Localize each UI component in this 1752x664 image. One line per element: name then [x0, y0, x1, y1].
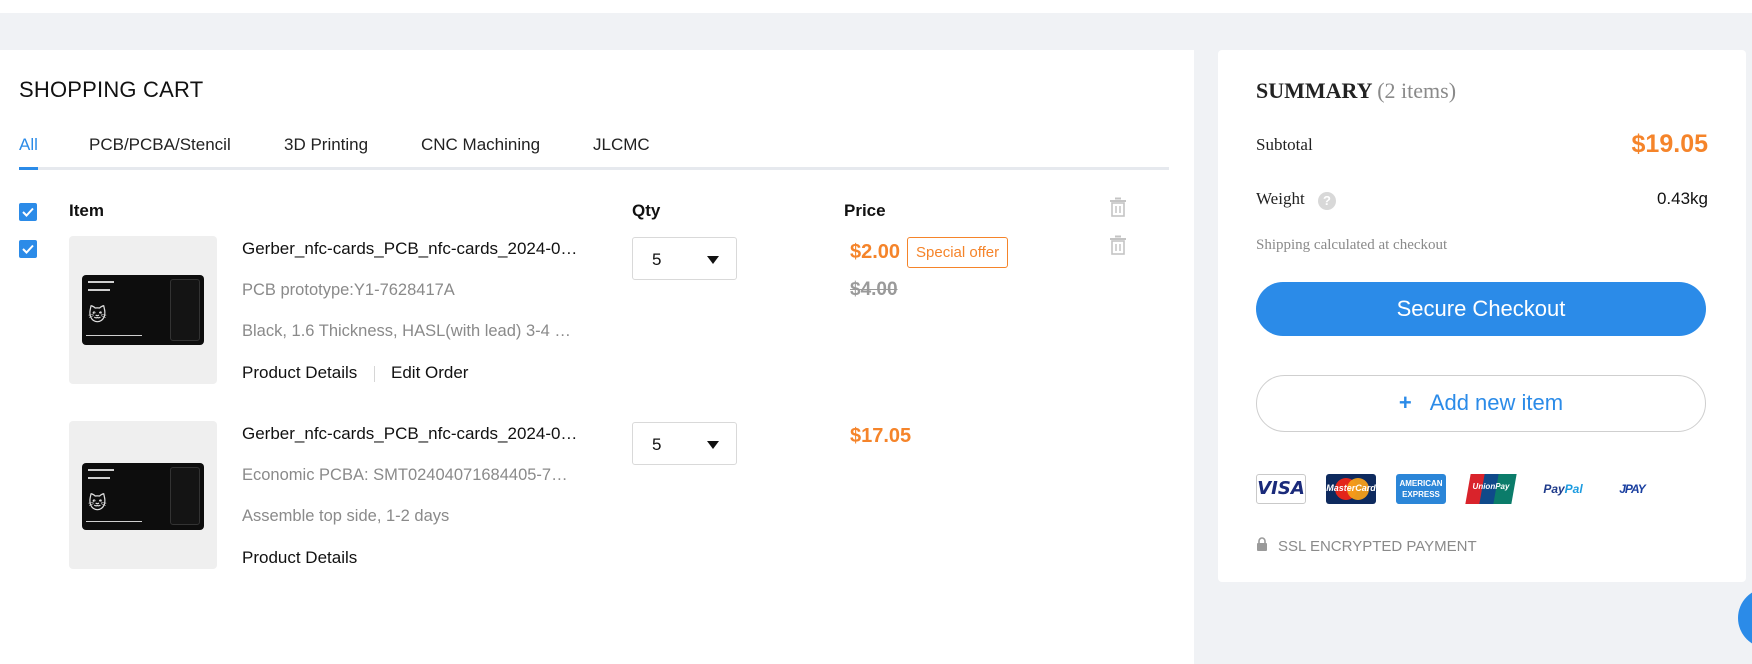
visa-logo: VISA — [1256, 474, 1306, 504]
paypal-logo-pal: Pal — [1564, 482, 1583, 496]
item-2-name[interactable]: Gerber_nfc-cards_PCB_nfc-cards_2024-0… — [242, 424, 592, 444]
tab-all[interactable]: All — [19, 134, 38, 170]
item-1-part-number: PCB prototype:Y1-7628417A — [242, 281, 455, 299]
weight-label: Weight — [1256, 189, 1305, 208]
link-divider — [374, 366, 375, 382]
summary-title: SUMMARY (2 items) — [1256, 78, 1456, 104]
secure-checkout-button[interactable]: Secure Checkout — [1256, 282, 1706, 336]
trash-icon[interactable] — [1107, 196, 1129, 218]
item-2-specs: Assemble top side, 1-2 days — [242, 507, 450, 525]
item-1-thumbnail[interactable]: 🐱 — [69, 236, 217, 384]
chat-bubble-button[interactable] — [1738, 588, 1752, 648]
cart-panel: SHOPPING CART All PCB/PCBA/Stencil 3D Pr… — [0, 50, 1194, 664]
item-2-qty-value: 5 — [652, 435, 662, 454]
select-all-checkbox[interactable] — [19, 203, 37, 221]
item-1-specs: Black, 1.6 Thickness, HASL(with lead) 3-… — [242, 322, 571, 340]
subtotal-value: $19.05 — [1631, 130, 1708, 158]
item-1-product-details-link[interactable]: Product Details — [242, 363, 357, 383]
tab-jlcmc[interactable]: JLCMC — [593, 134, 650, 167]
tab-3d-printing[interactable]: 3D Printing — [284, 134, 368, 167]
summary-item-count: (2 items) — [1377, 78, 1457, 103]
paypal-logo: PayPal — [1536, 474, 1590, 504]
paypal-logo-pay: Pay — [1543, 482, 1565, 496]
checkbox-checked-icon — [22, 207, 34, 217]
category-tabs: All PCB/PCBA/Stencil 3D Printing CNC Mac… — [19, 134, 1169, 170]
plus-icon: + — [1398, 390, 1412, 415]
item-2-product-details-link[interactable]: Product Details — [242, 548, 357, 568]
item-2-thumbnail[interactable]: 🐱 — [69, 421, 217, 569]
ssl-encrypted-label: SSL ENCRYPTED PAYMENT — [1278, 538, 1477, 555]
item-2-qty-select[interactable]: 5 — [632, 422, 737, 465]
tab-cnc-machining[interactable]: CNC Machining — [421, 134, 540, 167]
trash-icon[interactable] — [1107, 234, 1129, 256]
jpay-logo: JPAY — [1619, 482, 1646, 496]
caret-down-icon — [707, 441, 719, 449]
item-1-price: $2.00 — [850, 241, 901, 263]
unionpay-logo-text: UnionPay — [1472, 482, 1510, 491]
item-1-qty-value: 5 — [652, 250, 662, 269]
item-1-qty-select[interactable]: 5 — [632, 237, 737, 280]
special-offer-badge: Special offer — [907, 237, 1009, 268]
add-new-item-button[interactable]: + Add new item — [1256, 375, 1706, 432]
mastercard-logo: MasterCard — [1326, 474, 1376, 504]
cart-title: SHOPPING CART — [19, 77, 204, 102]
tab-pcb-pcba-stencil[interactable]: PCB/PCBA/Stencil — [89, 134, 231, 167]
subtotal-label: Subtotal — [1256, 135, 1313, 154]
lock-icon — [1257, 537, 1267, 551]
column-header-price: Price — [844, 201, 886, 220]
add-new-item-label: Add new item — [1429, 390, 1564, 415]
checkbox-checked-icon — [22, 244, 34, 254]
column-header-item: Item — [69, 201, 104, 220]
item-1-name[interactable]: Gerber_nfc-cards_PCB_nfc-cards_2024-0… — [242, 239, 592, 259]
item-1-old-price: $4.00 — [850, 279, 898, 300]
help-icon[interactable]: ? — [1318, 192, 1336, 210]
unionpay-logo: UnionPay — [1465, 474, 1517, 504]
item-1-checkbox[interactable] — [19, 240, 37, 258]
amex-logo: AMERICAN EXPRESS — [1396, 474, 1446, 504]
item-2-part-number: Economic PCBA: SMT02404071684405-7… — [242, 466, 568, 484]
summary-panel: SUMMARY (2 items) Subtotal $19.05 Weight… — [1218, 50, 1746, 582]
weight-value: 0.43kg — [1656, 189, 1708, 208]
item-1-edit-order-link[interactable]: Edit Order — [391, 363, 468, 383]
top-strip — [0, 0, 1752, 13]
item-2-price: $17.05 — [850, 425, 912, 447]
mastercard-logo-text: MasterCard — [1326, 483, 1376, 493]
caret-down-icon — [707, 256, 719, 264]
summary-title-text: SUMMARY — [1256, 78, 1372, 103]
shipping-note: Shipping calculated at checkout — [1256, 237, 1448, 253]
column-header-qty: Qty — [632, 201, 661, 220]
